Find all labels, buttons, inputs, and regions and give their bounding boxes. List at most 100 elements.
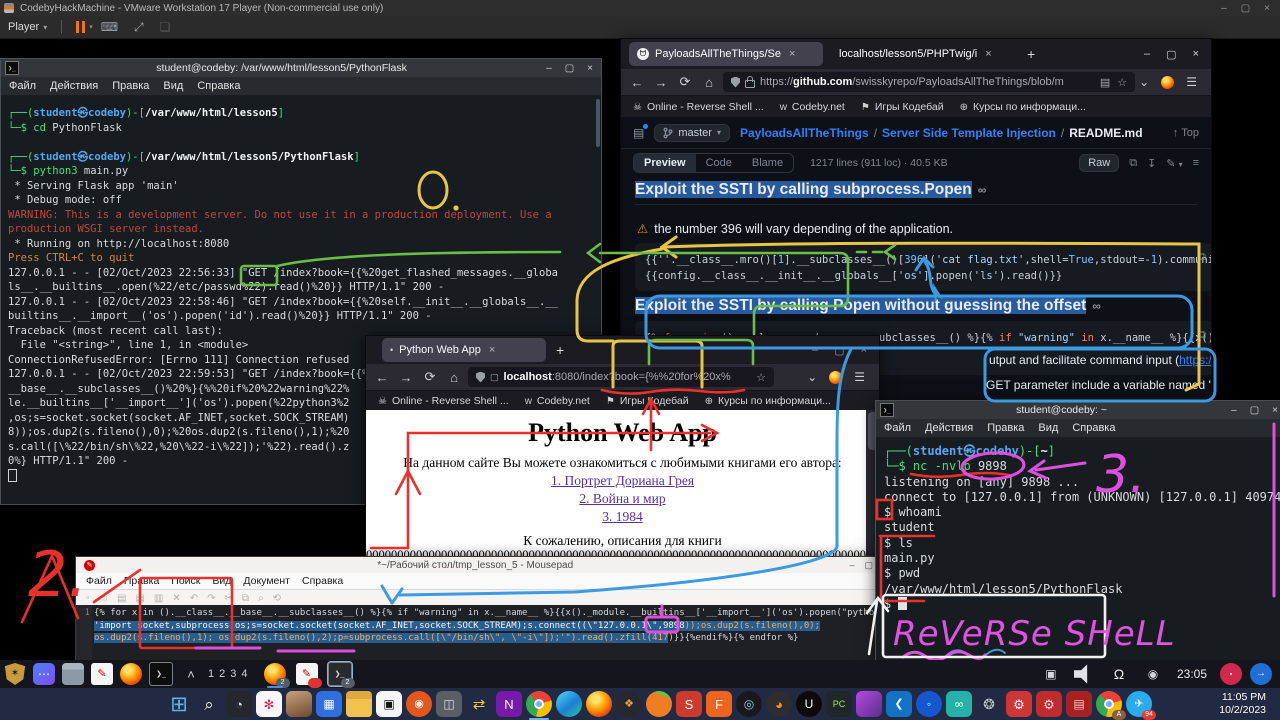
bookmark-star-icon[interactable]: ☆ [756,371,766,384]
toolbar-icon[interactable]: ⧉ [242,593,249,604]
folder-icon[interactable] [346,691,372,717]
menu-item-файл[interactable]: Файл [884,422,911,434]
minimize-icon[interactable]: – [1144,48,1150,61]
app-menu-icon[interactable]: ☰ [1186,75,1197,89]
toolbar-icon[interactable]: ▥ [154,593,163,604]
edit-pencil-icon[interactable]: ✎ ▾ [1166,157,1182,170]
orange-app-icon[interactable]: ◉ [406,691,432,717]
close-icon[interactable]: × [861,344,867,357]
maximize-icon[interactable]: ▢ [834,344,844,357]
pause-dropdown-icon[interactable]: ▾ [89,23,93,31]
menu-item-файл[interactable]: Файл [86,575,112,587]
tab-code[interactable]: Code [696,154,742,172]
file-tree-icon[interactable]: ▤ [633,126,644,140]
maximize-icon[interactable]: ▢ [1241,3,1250,14]
terminal-output[interactable]: ┌──(student㉿codeby)-[~]└─$ nc -nvlp 9898… [876,438,1280,661]
minimize-icon[interactable]: – [849,560,854,571]
toolbar-icon[interactable]: ▫ [86,593,90,604]
book-link-2[interactable]: 2. Война и мир [366,491,879,507]
reload-button[interactable]: ⟳ [420,369,440,385]
close-icon[interactable]: × [1272,405,1278,416]
toolbar-icon[interactable]: ✕ [172,593,180,604]
onenote-icon[interactable]: N [496,691,522,717]
cam-oo-icon[interactable]: ∞ [946,691,972,717]
back-to-top-link[interactable]: ↑ Top [1173,127,1199,139]
screen-lock-icon[interactable]: ▪ [1220,663,1242,685]
bookmark-item[interactable]: ☠Online - Reverse Shell ... [378,395,509,407]
pocket-icon[interactable]: ⌄ [1139,75,1149,89]
vm-kvm-icon[interactable]: ⇄ [466,691,492,717]
substance-icon[interactable]: S [676,691,702,717]
tab-payloadsallthethings[interactable]: ᗢ PayloadsAllTheThings/Se × [629,42,823,66]
bookmark-item[interactable]: ☠Online - Reverse Shell ... [633,101,764,113]
copy-code-icon[interactable]: ⧉ [1198,249,1206,265]
link-anchor-icon[interactable]: ∞ [1092,299,1101,313]
unreal-icon[interactable]: U [796,691,822,717]
close-tab-icon[interactable]: × [985,48,991,60]
send-ctrl-alt-del-button[interactable]: ⌨ [101,20,118,34]
window-list-icon[interactable]: ▣ [1040,663,1062,685]
home-button[interactable]: ⌂ [444,370,464,385]
minimize-icon[interactable]: – [812,344,818,357]
maximize-icon[interactable]: ▢ [864,560,873,571]
terminal-window-netcat[interactable]: ❯_ student@codeby: ~ – ▢ × ФайлДействияП… [875,400,1280,662]
reader-mode-icon[interactable]: ▤ [1100,76,1110,89]
bookmark-star-icon[interactable]: ☆ [1117,76,1127,89]
forward-button[interactable]: → [396,370,416,385]
chrome-profile-icon[interactable]: A [1096,691,1122,717]
tab-python-web-app[interactable]: • Python Web App × [382,338,546,362]
toolbar-icon[interactable]: ⟲ [273,593,281,604]
telegram-icon[interactable]: ✈94 [1126,691,1152,717]
fullscreen-button[interactable]: ⤢ [134,20,144,35]
menu-item-правка[interactable]: Правка [112,80,149,92]
tab-localhost-phptwig[interactable]: localhost/lesson5/PHPTwig/i × [831,42,1017,66]
copy-raw-icon[interactable]: ⧉ [1129,157,1137,170]
firefox-account-icon[interactable] [1161,76,1174,89]
breadcrumb-folder[interactable]: Server Side Template Injection [882,126,1056,140]
minimize-icon[interactable]: – [1221,3,1227,14]
menu-item-действия[interactable]: Действия [925,422,973,434]
menu-item-действия[interactable]: Действия [50,80,98,92]
mousepad-launcher-icon[interactable]: ✎ [91,663,113,685]
search-icon[interactable]: ⌕ [196,691,222,717]
vscode-icon[interactable]: ❮ [886,691,912,717]
outline-icon[interactable]: ≡ [1193,157,1199,169]
menu-item-вид[interactable]: Вид [163,80,183,92]
close-icon[interactable]: × [1264,3,1270,14]
download-icon[interactable]: ↧ [1147,157,1156,170]
toolbar-icon[interactable]: ✂ [225,593,233,604]
close-tab-icon[interactable]: × [789,48,795,60]
bookmark-item[interactable]: ⊕Курсы по информаци... [960,101,1086,113]
new-tab-button[interactable]: + [556,342,564,358]
firefox-window-webapp[interactable]: • Python Web App × + – ▢ × ← → ⟳ ⌂ ▢ loc… [365,335,880,562]
toolbar-icon[interactable]: ⌕ [258,593,264,604]
book-link-3[interactable]: 3. 1984 [366,509,879,525]
tab-blame[interactable]: Blame [742,154,793,172]
edge-icon[interactable] [556,691,582,717]
toolbar-icon[interactable]: ▤ [117,593,126,604]
power-shield-icon[interactable]: ◉ [1142,663,1164,685]
f-app-icon[interactable]: F [706,691,732,717]
blender-icon[interactable]: ◕ [766,691,792,717]
red-gear2-icon[interactable]: ⚙ [1036,691,1062,717]
bookmark-item[interactable]: ⚑Игры Кодебай [861,101,944,113]
twitter-link[interactable]: https://twitter.com/SecGus [1179,353,1211,367]
copy-code-icon[interactable]: ⧉ [1198,327,1206,343]
workspace-4[interactable]: 4 [241,668,247,680]
bookmark-item[interactable]: ⊕Курсы по информаци... [705,395,831,407]
carrot-app-icon[interactable] [646,691,672,717]
bookmark-item[interactable]: ⚑Игры Кодебай [606,395,689,407]
terminal-launcher-icon[interactable]: ❯_ [149,662,173,686]
maps-pin-icon[interactable]: ◦ [916,691,942,717]
menu-item-правка[interactable]: Правка [987,422,1024,434]
close-icon[interactable]: × [1193,48,1199,61]
windows-clock[interactable]: 11:05 PM 10/2/2023 [1219,691,1266,717]
back-button[interactable]: ← [372,370,392,385]
chevron-up-icon[interactable]: ˄ [180,663,202,685]
new-tab-button[interactable]: + [1027,46,1035,62]
notifications-bell-icon[interactable]: Ω [1108,663,1130,685]
firefox-icon[interactable] [586,691,612,717]
firefox-account-icon[interactable] [829,371,842,384]
vmware-app-icon[interactable]: ◫ [436,691,462,717]
mousepad-window[interactable]: ✎ *~/Рабочий стол/tmp_lesson_5 - Mousepa… [75,556,882,662]
